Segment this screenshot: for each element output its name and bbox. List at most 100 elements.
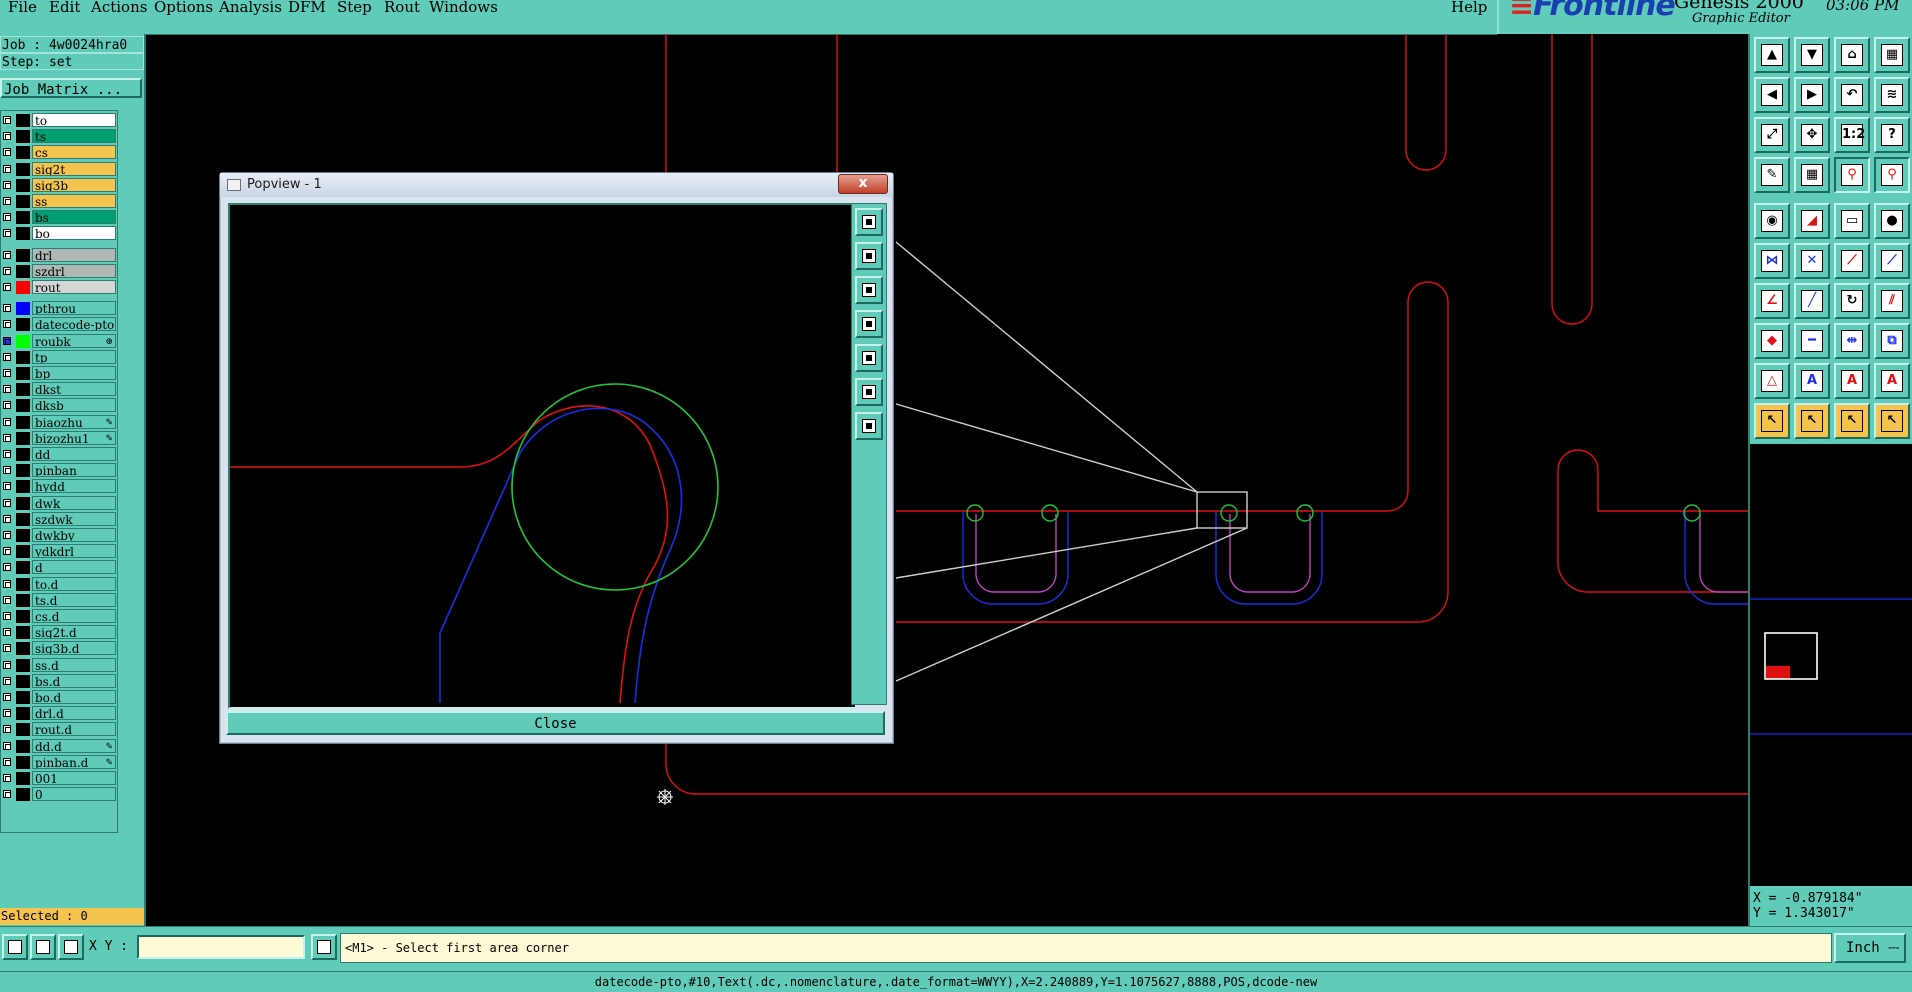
layer-row[interactable]: tp xyxy=(1,349,117,365)
layer-name[interactable]: bo.d xyxy=(32,690,116,704)
tool-button[interactable]: ▲ xyxy=(1754,37,1790,73)
layer-checkbox[interactable] xyxy=(3,433,11,442)
layer-row[interactable]: sig2t.d xyxy=(1,625,117,640)
tool-button[interactable]: ? xyxy=(1874,117,1910,153)
layer-color-swatch[interactable] xyxy=(16,496,30,510)
layer-name[interactable]: bp xyxy=(32,366,116,380)
tool-button[interactable]: ◀ xyxy=(1754,77,1790,113)
layer-color-swatch[interactable] xyxy=(16,114,30,127)
layer-checkbox[interactable] xyxy=(3,352,11,361)
layer-row[interactable]: szdwk xyxy=(1,511,117,527)
layer-checkbox[interactable] xyxy=(3,466,11,475)
layer-color-swatch[interactable] xyxy=(16,302,30,316)
menu-edit[interactable]: Edit xyxy=(49,0,80,18)
layer-checkbox[interactable] xyxy=(3,482,11,491)
layer-row[interactable]: sig3b xyxy=(1,177,117,193)
layer-name[interactable]: szdwk xyxy=(32,511,116,526)
layer-name[interactable]: hydd xyxy=(32,479,116,494)
layer-color-swatch[interactable] xyxy=(16,739,30,753)
job-matrix-button[interactable]: Job Matrix ... xyxy=(0,78,142,98)
tool-button[interactable]: ╱ xyxy=(1794,283,1830,319)
layer-color-swatch[interactable] xyxy=(16,448,30,461)
layer-name[interactable]: bs.d xyxy=(32,673,116,688)
layer-color-swatch[interactable] xyxy=(16,707,30,721)
xy-enter-button[interactable] xyxy=(311,934,337,960)
pv-tool-center[interactable] xyxy=(855,412,883,440)
layer-color-swatch[interactable] xyxy=(16,264,30,278)
layer-color-swatch[interactable] xyxy=(16,211,30,225)
layer-checkbox[interactable] xyxy=(3,660,11,669)
layer-name[interactable]: dkst xyxy=(32,382,116,397)
tool-button[interactable]: ⧉ xyxy=(1874,323,1910,359)
layer-name[interactable]: cs.d xyxy=(32,609,116,623)
layer-row[interactable]: bs.d xyxy=(1,673,117,689)
layer-name[interactable]: sig3b xyxy=(32,177,116,192)
tool-button[interactable]: ▭ xyxy=(1834,203,1870,239)
layer-checkbox[interactable] xyxy=(3,514,11,523)
tool-button[interactable]: ✎ xyxy=(1754,157,1790,193)
layer-row[interactable]: ydkdrl xyxy=(1,544,117,559)
layer-row[interactable]: to xyxy=(1,113,117,128)
layer-checkbox[interactable] xyxy=(3,229,11,238)
layer-row[interactable]: pinban.d ✎ xyxy=(1,754,117,770)
layer-checkbox[interactable] xyxy=(3,563,11,572)
popview-titlebar[interactable]: Popview - 1 x xyxy=(220,173,893,197)
tool-button[interactable]: ↶ xyxy=(1834,77,1870,113)
layer-name[interactable]: tp xyxy=(32,349,116,364)
layer-color-swatch[interactable] xyxy=(16,399,30,413)
tool-button[interactable]: ⟋ xyxy=(1874,243,1910,279)
tool-button[interactable]: A xyxy=(1834,363,1870,399)
layer-color-swatch[interactable] xyxy=(16,318,30,332)
layer-row[interactable]: biaozhu ✎ xyxy=(1,414,117,430)
layer-color-swatch[interactable] xyxy=(16,350,30,364)
layer-name[interactable]: ts.d xyxy=(32,592,116,607)
popview-zoom-view[interactable] xyxy=(228,203,857,709)
layer-checkbox[interactable] xyxy=(3,132,11,141)
tool-button[interactable]: ⤢ xyxy=(1754,117,1790,153)
layer-name[interactable]: bs xyxy=(32,210,116,225)
layer-checkbox[interactable] xyxy=(3,283,11,291)
layer-color-swatch[interactable] xyxy=(16,529,30,542)
layer-row[interactable]: bo.d xyxy=(1,690,117,705)
layer-row[interactable]: cs.d xyxy=(1,609,117,624)
layer-checkbox[interactable] xyxy=(3,266,11,275)
pv-tool-fit[interactable] xyxy=(855,378,883,406)
layer-name[interactable]: biaozhu ✎ xyxy=(32,414,116,429)
tool-button[interactable]: ⚲ xyxy=(1874,157,1910,193)
layer-checkbox[interactable] xyxy=(3,450,11,458)
layer-color-swatch[interactable] xyxy=(16,788,30,802)
layer-name[interactable]: dksb xyxy=(32,398,116,413)
layer-row[interactable]: dwkby xyxy=(1,528,117,543)
layer-row[interactable]: drl xyxy=(1,247,117,263)
tool-button[interactable]: ◉ xyxy=(1754,203,1790,239)
layer-row[interactable]: roubk ⊛ xyxy=(1,333,117,349)
layer-name[interactable]: szdrl xyxy=(32,263,116,278)
tool-button[interactable]: ↖ xyxy=(1754,403,1790,439)
tool-button[interactable]: ✥ xyxy=(1794,117,1830,153)
layer-color-swatch[interactable] xyxy=(16,431,30,445)
layer-color-swatch[interactable] xyxy=(16,130,30,144)
layer-name[interactable]: to.d xyxy=(32,576,116,591)
layer-row[interactable]: ts xyxy=(1,129,117,144)
tool-button[interactable]: 1:2 xyxy=(1834,117,1870,153)
layer-color-swatch[interactable] xyxy=(16,480,30,494)
layer-name[interactable]: sig3b.d xyxy=(32,641,116,656)
layer-row[interactable]: pinban xyxy=(1,463,117,478)
units-select[interactable]: Inch ⎓ xyxy=(1834,933,1906,963)
layer-checkbox[interactable] xyxy=(3,531,11,539)
layer-checkbox[interactable] xyxy=(3,417,11,426)
layer-row[interactable]: sig2t xyxy=(1,161,117,177)
layer-name[interactable]: rout.d xyxy=(32,722,116,737)
layer-row[interactable]: dd.d ✎ xyxy=(1,738,117,754)
layer-name[interactable]: pinban xyxy=(32,463,116,478)
tool-button[interactable]: ↖ xyxy=(1794,403,1830,439)
tool-button[interactable]: ▼ xyxy=(1794,37,1830,73)
layer-row[interactable]: bizozhu1 ✎ xyxy=(1,430,117,446)
layer-row[interactable]: rout xyxy=(1,280,117,295)
layer-name[interactable]: rout xyxy=(32,280,116,294)
layer-color-swatch[interactable] xyxy=(16,146,30,160)
layer-row[interactable]: pthrou xyxy=(1,301,117,316)
layer-row[interactable]: sig3b.d xyxy=(1,641,117,656)
layer-name[interactable]: 0 xyxy=(32,787,116,802)
tool-button[interactable]: ▦ xyxy=(1874,37,1910,73)
